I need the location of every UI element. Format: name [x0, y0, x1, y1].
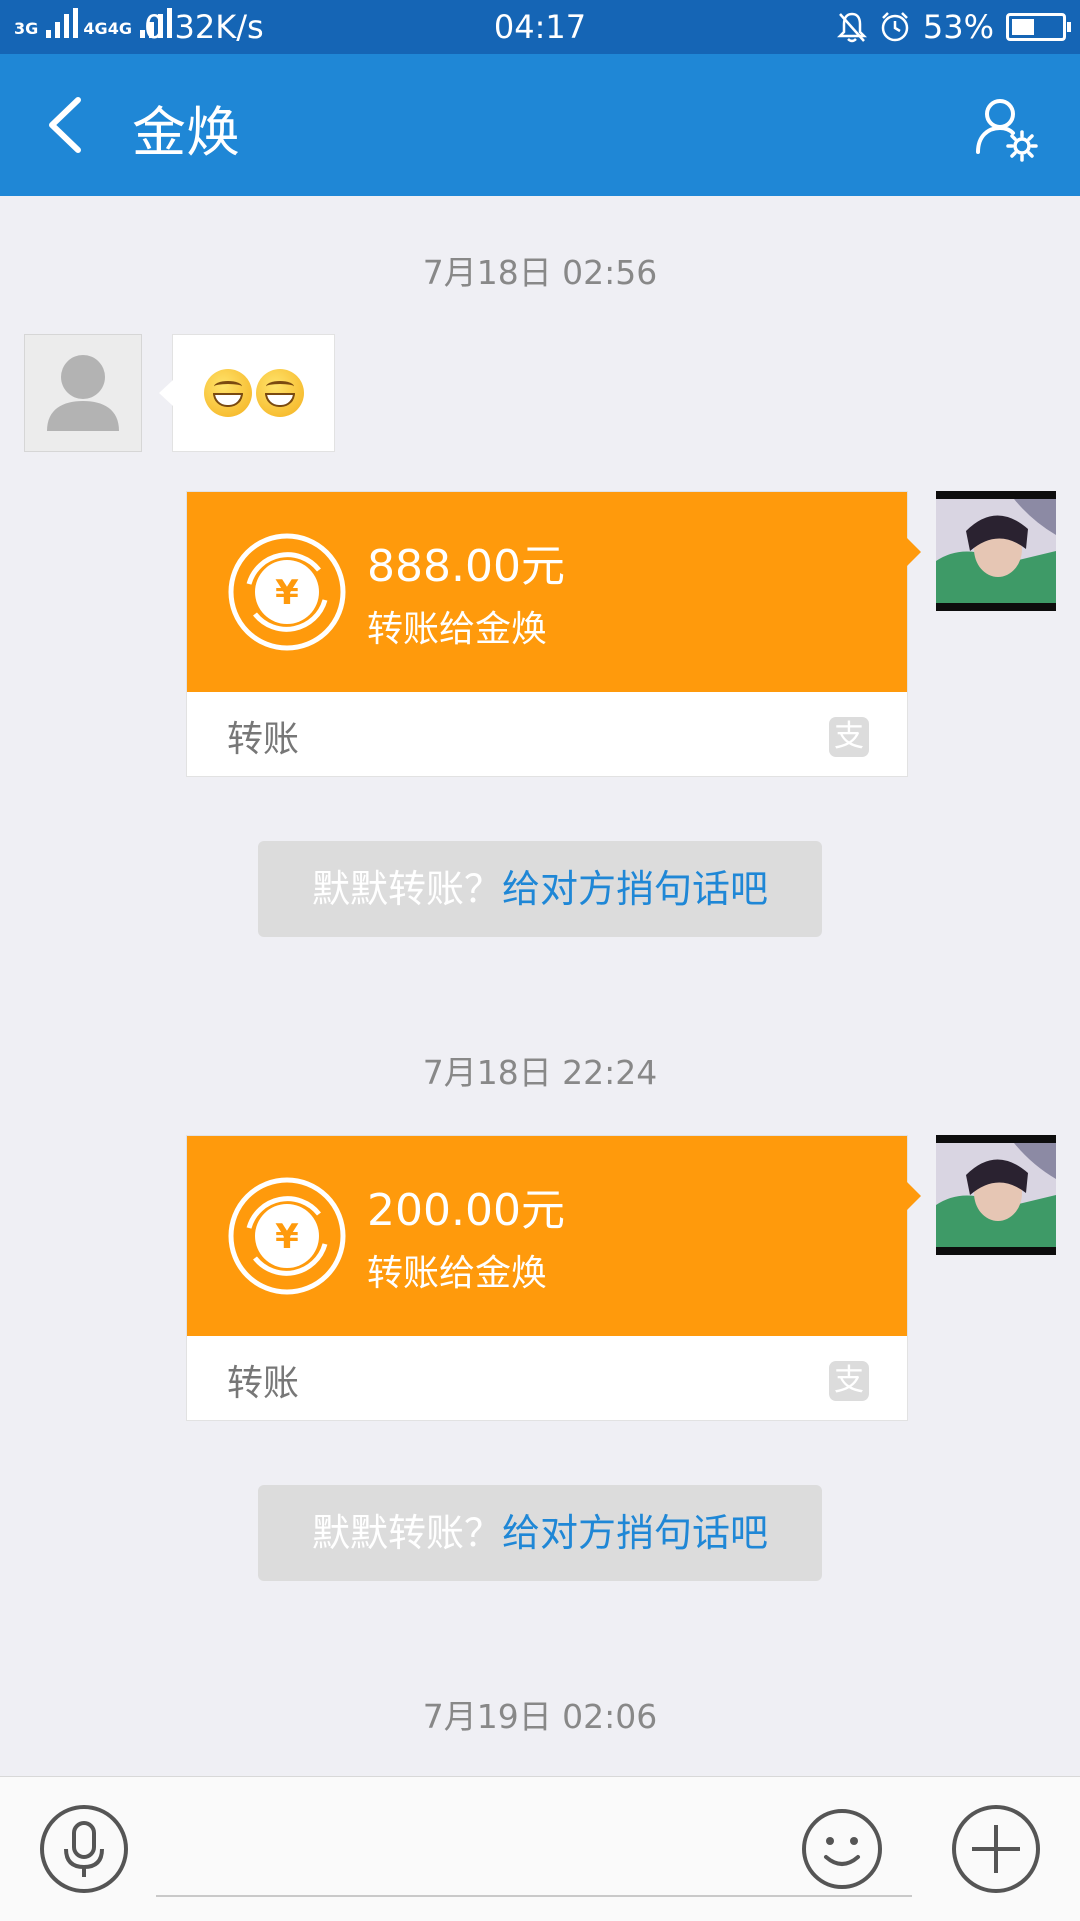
battery-icon [1006, 13, 1071, 41]
message-input[interactable] [156, 1895, 912, 1897]
battery-percent: 53% [922, 8, 994, 46]
avatar[interactable] [936, 491, 1056, 611]
user-photo [936, 1135, 1056, 1255]
status-bar: 3G 4G4G 0.32K/s 04:17 53% [0, 0, 1080, 54]
chat-header: 金焕 [0, 54, 1080, 196]
alipay-icon: 支 [829, 1361, 869, 1401]
transfer-card[interactable]: ¥ 200.00元 转账给金焕 转账 支 [186, 1135, 921, 1421]
alipay-icon: 支 [829, 717, 869, 757]
message-prompt: 默默转账？给对方捎句话吧 [258, 841, 822, 937]
mute-icon [836, 12, 867, 43]
avatar[interactable] [24, 334, 142, 452]
user-photo [936, 491, 1056, 611]
message-timestamp: 7月18日 22:24 [422, 1053, 658, 1092]
prompt-link[interactable]: 给对方捎句话吧 [502, 1511, 768, 1555]
grin-sweat-emoji [203, 369, 252, 417]
prompt-text: 默默转账？ [311, 1511, 502, 1555]
transfer-coin-icon: ¥ [228, 1177, 346, 1295]
microphone-icon[interactable] [38, 1803, 130, 1895]
transfer-card-header: ¥ 888.00元 转账给金焕 [187, 492, 921, 692]
transfer-desc: 转账给金焕 [367, 1253, 548, 1294]
grin-sweat-emoji [255, 369, 304, 417]
transfer-amount: 888.00元 [367, 541, 565, 592]
avatar[interactable] [936, 1135, 1056, 1255]
message-prompt: 默默转账？给对方捎句话吧 [258, 1485, 822, 1581]
svg-text:¥: ¥ [275, 573, 299, 613]
battery-fill [1012, 19, 1034, 35]
transfer-label: 转账 [227, 719, 300, 760]
svg-text:¥: ¥ [275, 1217, 299, 1257]
transfer-card-header: ¥ 200.00元 转账给金焕 [187, 1136, 921, 1336]
transfer-desc: 转账给金焕 [367, 609, 548, 650]
plus-icon[interactable] [950, 1803, 1042, 1895]
smiley-icon[interactable] [800, 1807, 884, 1891]
transfer-label: 转账 [227, 1363, 300, 1404]
chat-title: 金焕 [132, 101, 240, 164]
prompt-link[interactable]: 给对方捎句话吧 [502, 867, 768, 911]
default-avatar-icon [47, 355, 119, 431]
prompt-text: 默默转账？ [311, 867, 502, 911]
user-settings-icon[interactable] [970, 94, 1040, 164]
message-timestamp: 7月19日 02:06 [422, 1697, 658, 1736]
message-timestamp: 7月18日 02:56 [422, 253, 658, 292]
transfer-coin-icon: ¥ [228, 533, 346, 651]
chevron-left-icon[interactable] [40, 90, 100, 160]
alarm-icon [881, 12, 909, 42]
transfer-card[interactable]: ¥ 888.00元 转账给金焕 转账 支 [186, 491, 921, 777]
transfer-amount: 200.00元 [367, 1185, 565, 1236]
message-input-bar [0, 1776, 1080, 1921]
emoji-message-bubble[interactable] [159, 334, 335, 452]
